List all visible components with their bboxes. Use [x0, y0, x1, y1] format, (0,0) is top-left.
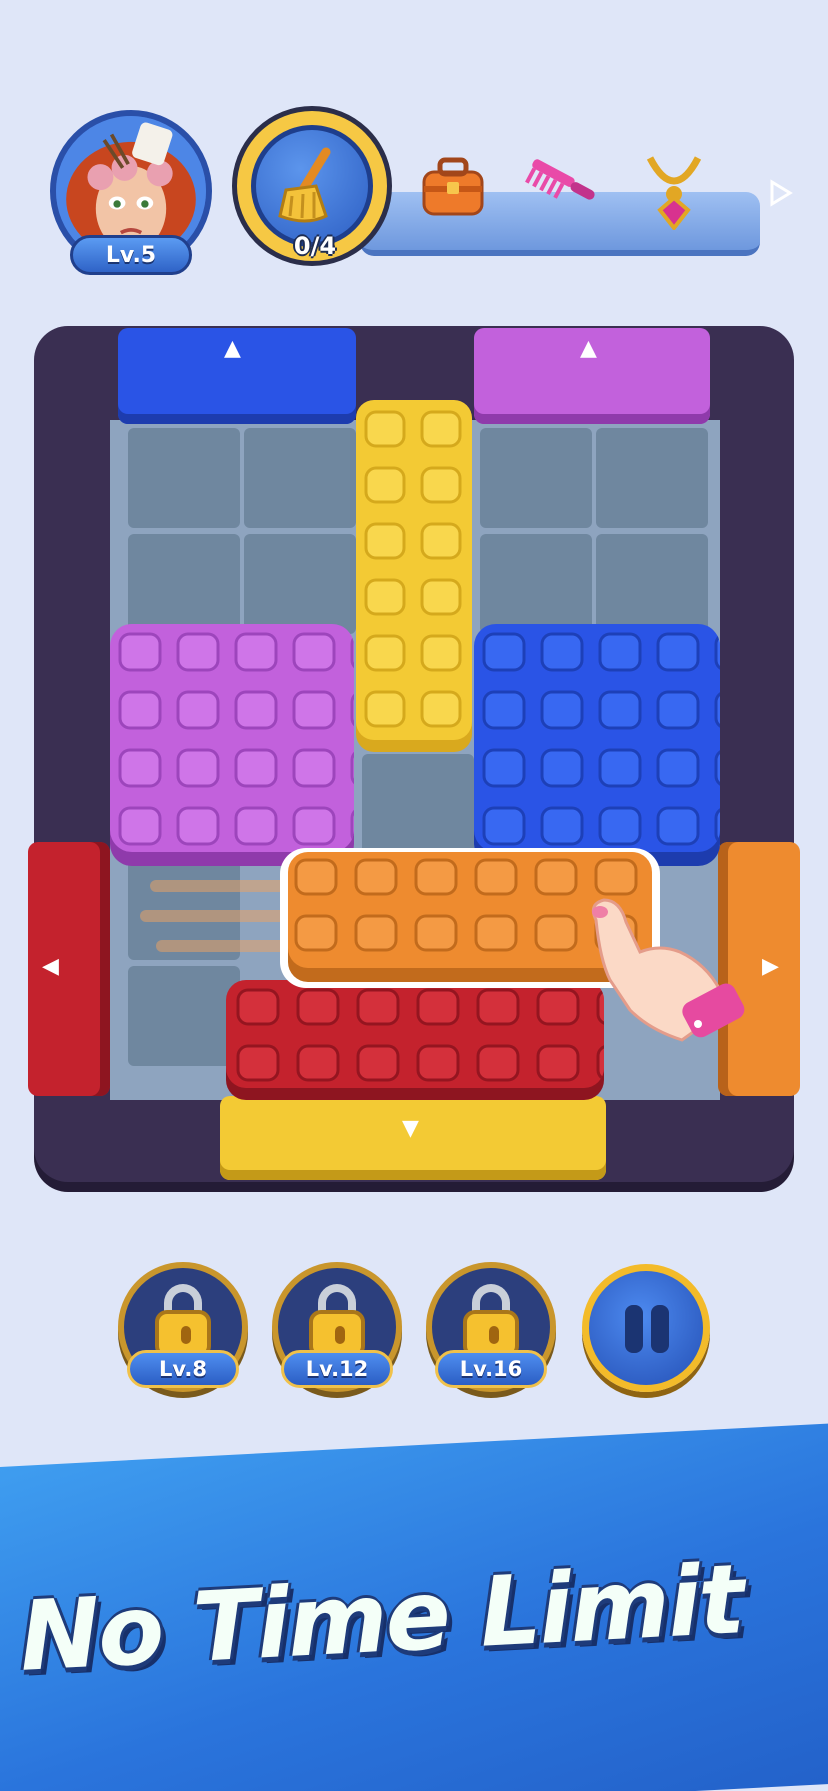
purple-block[interactable]	[110, 624, 354, 866]
blue-block[interactable]	[474, 624, 720, 866]
booster-1-level: Lv.8	[127, 1350, 239, 1388]
pause-button[interactable]	[582, 1264, 710, 1392]
booster-3-level: Lv.16	[435, 1350, 547, 1388]
booster-2-level: Lv.12	[281, 1350, 393, 1388]
yellow-block[interactable]	[356, 400, 472, 752]
tutorial-hand-icon	[591, 898, 745, 1042]
motion-trail	[140, 880, 290, 952]
pause-icon	[625, 1305, 643, 1353]
pause-icon-bar	[651, 1305, 669, 1353]
red-block[interactable]	[226, 980, 604, 1100]
